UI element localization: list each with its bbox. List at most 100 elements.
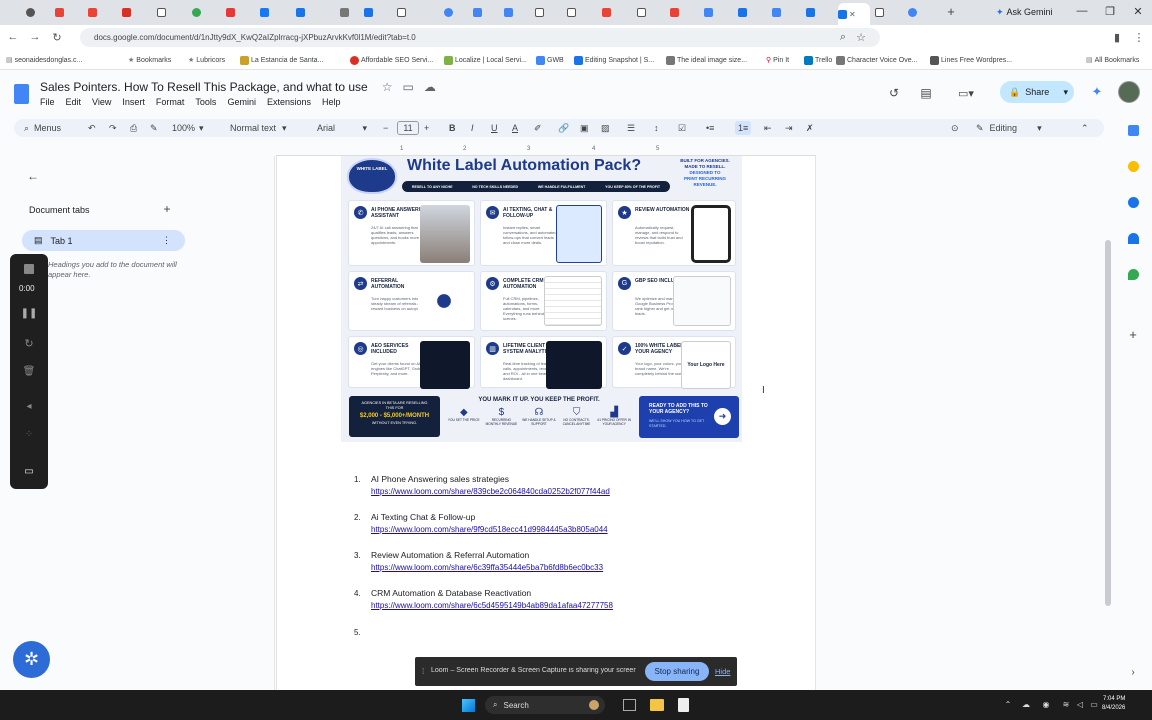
underline-icon[interactable]: U xyxy=(491,121,498,135)
bookmark-item[interactable]: Lines Free Wordpres... xyxy=(930,54,1016,66)
maps-icon[interactable] xyxy=(1128,269,1139,280)
move-icon[interactable]: ▭ xyxy=(403,80,414,94)
comments-icon[interactable]: ▤ xyxy=(918,85,934,101)
menu-edit[interactable]: Edit xyxy=(66,97,82,109)
hide-button[interactable]: Hide xyxy=(715,667,730,676)
list-item-title[interactable]: AI Phone Answering sales strategies xyxy=(371,474,509,484)
add-tab-icon[interactable]: + xyxy=(161,202,173,216)
list-item-link[interactable]: https://www.loom.com/share/9f9cd518ecc41… xyxy=(371,525,608,534)
bookmark-item[interactable]: Affordable SEO Servi... xyxy=(350,54,438,66)
bookmark-item[interactable]: ▤ All Bookmarks xyxy=(1086,54,1150,66)
trash-icon[interactable]: 🗑 xyxy=(22,364,36,378)
browser-tab[interactable] xyxy=(473,3,494,21)
stop-icon[interactable] xyxy=(24,264,34,274)
bulleted-list-icon[interactable]: •≡ xyxy=(706,121,714,135)
volume-icon[interactable]: ◁ xyxy=(1074,698,1086,710)
browser-tab[interactable] xyxy=(340,3,361,21)
infographic-image[interactable]: WHITE LABEL White Label Automation Pack?… xyxy=(341,156,742,442)
list-item-title[interactable]: Review Automation & Referral Automation xyxy=(371,550,529,560)
history-icon[interactable]: ↺ xyxy=(886,85,902,101)
more-vert-icon[interactable]: ⋮ xyxy=(162,235,171,246)
ask-gemini-button[interactable]: ✦ Ask Gemini xyxy=(996,5,1058,19)
list-item-title[interactable]: CRM Automation & Database Reactivation xyxy=(371,588,531,598)
menu-view[interactable]: View xyxy=(92,97,111,109)
checklist-icon[interactable]: ☑ xyxy=(678,121,686,135)
text-color-icon[interactable]: A xyxy=(512,121,518,135)
bookmark-item[interactable]: Localize | Local Servi... xyxy=(444,54,530,66)
bookmark-item[interactable]: ★ Lubricors xyxy=(188,54,236,66)
close-icon[interactable]: ✕ xyxy=(849,10,856,19)
document-title[interactable]: Sales Pointers. How To Resell This Packa… xyxy=(40,80,436,94)
contacts-icon[interactable] xyxy=(1128,233,1139,244)
grid-icon[interactable]: ⁘ xyxy=(22,427,36,441)
gemini-icon[interactable]: ✦ xyxy=(1089,84,1105,100)
browser-tab[interactable] xyxy=(908,3,929,21)
bookmark-item[interactable]: ★ Bookmarks xyxy=(128,54,180,66)
browser-tab[interactable] xyxy=(637,3,658,21)
browser-tab[interactable] xyxy=(772,3,793,21)
maximize-icon[interactable]: ❐ xyxy=(1101,4,1119,18)
menu-gemini[interactable]: Gemini xyxy=(227,97,256,109)
share-button[interactable]: 🔒 Share ▾ xyxy=(1000,81,1074,103)
bookmark-item[interactable]: ⚲ Pin It xyxy=(766,54,804,66)
editing-mode-select[interactable]: ✎ Editing ▾ xyxy=(976,121,1042,135)
list-item-link[interactable]: https://www.loom.com/share/6c5d4595149b4… xyxy=(371,601,613,610)
browser-tab[interactable] xyxy=(397,3,418,21)
bookmark-item[interactable]: Character Voice Ove... xyxy=(836,54,924,66)
tab-item-tab-1[interactable]: ▤ Tab 1 ⋮ xyxy=(22,230,185,251)
italic-icon[interactable]: I xyxy=(471,121,474,135)
bookmark-item[interactable]: ▤ seonaidesdonglas.c... xyxy=(6,54,116,66)
loom-settings-icon[interactable]: ✲ xyxy=(13,641,50,678)
draw-icon[interactable]: ◂ xyxy=(22,399,36,413)
wifi-icon[interactable]: ≋ xyxy=(1060,698,1072,710)
browser-tab[interactable] xyxy=(226,3,247,21)
bookmark-item[interactable]: Editing Snapshot | S... xyxy=(574,54,660,66)
new-tab-button[interactable]: + xyxy=(944,4,958,19)
increase-indent-icon[interactable]: ⇥ xyxy=(785,121,793,135)
tray-overflow-icon[interactable]: ⌃ xyxy=(1002,698,1014,710)
browser-tab[interactable] xyxy=(260,3,281,21)
url-field[interactable]: docs.google.com/document/d/1nJtty9dX_KwQ… xyxy=(80,28,880,47)
style-select[interactable]: Normal text ▾ xyxy=(230,121,287,135)
taskbar-search[interactable]: ⌕ Search xyxy=(485,696,605,714)
more-menu-icon[interactable]: ⋮ xyxy=(1132,30,1146,44)
app-icon[interactable] xyxy=(678,698,689,712)
browser-tab[interactable] xyxy=(296,3,317,21)
docs-logo-icon[interactable] xyxy=(14,84,29,104)
menus-search[interactable]: ⌕ Menus xyxy=(24,121,61,135)
browser-tab[interactable] xyxy=(504,3,525,21)
star-icon[interactable]: ☆ xyxy=(382,80,393,94)
menu-insert[interactable]: Insert xyxy=(122,97,145,109)
stop-sharing-button[interactable]: Stop sharing xyxy=(645,662,709,681)
bold-icon[interactable]: B xyxy=(449,121,456,135)
menu-file[interactable]: File xyxy=(40,97,55,109)
sidebar-toggle-icon[interactable]: ▮ xyxy=(1110,30,1124,44)
file-explorer-icon[interactable] xyxy=(650,699,664,711)
menu-format[interactable]: Format xyxy=(156,97,185,109)
browser-tab[interactable] xyxy=(192,3,213,21)
taskbar-clock[interactable]: 7:04 PM 8/4/2026 xyxy=(1102,695,1125,713)
menu-tools[interactable]: Tools xyxy=(195,97,216,109)
bookmark-star-icon[interactable]: ☆ xyxy=(854,30,868,44)
camera-icon[interactable]: ▭ xyxy=(22,464,36,478)
list-item-title[interactable]: Ai Texting Chat & Follow-up xyxy=(371,512,475,522)
browser-tab[interactable] xyxy=(26,3,47,21)
battery-icon[interactable]: ▭ xyxy=(1088,698,1100,710)
font-size-input[interactable]: 11 xyxy=(397,121,419,135)
undo-icon[interactable]: ↶ xyxy=(88,121,96,135)
browser-tab-active[interactable]: ✕ xyxy=(838,3,870,25)
tasks-icon[interactable] xyxy=(1128,197,1139,208)
bookmark-item[interactable]: GWB xyxy=(536,54,568,66)
vertical-scrollbar[interactable] xyxy=(1105,240,1111,606)
tray-icon[interactable]: ◉ xyxy=(1040,698,1052,710)
browser-tab[interactable] xyxy=(875,3,896,21)
expand-panel-icon[interactable]: › xyxy=(1126,665,1140,679)
calendar-icon[interactable] xyxy=(1128,125,1139,136)
image-icon[interactable]: ▨ xyxy=(601,121,610,135)
paint-format-icon[interactable]: ✎ xyxy=(150,121,158,135)
line-spacing-icon[interactable]: ↕ xyxy=(654,121,659,135)
task-view-icon[interactable] xyxy=(623,699,636,711)
list-item-link[interactable]: https://www.loom.com/share/6c39ffa35444e… xyxy=(371,563,603,572)
gemini-help-icon[interactable]: ⊙ xyxy=(951,121,959,135)
avatar[interactable] xyxy=(1118,81,1140,103)
